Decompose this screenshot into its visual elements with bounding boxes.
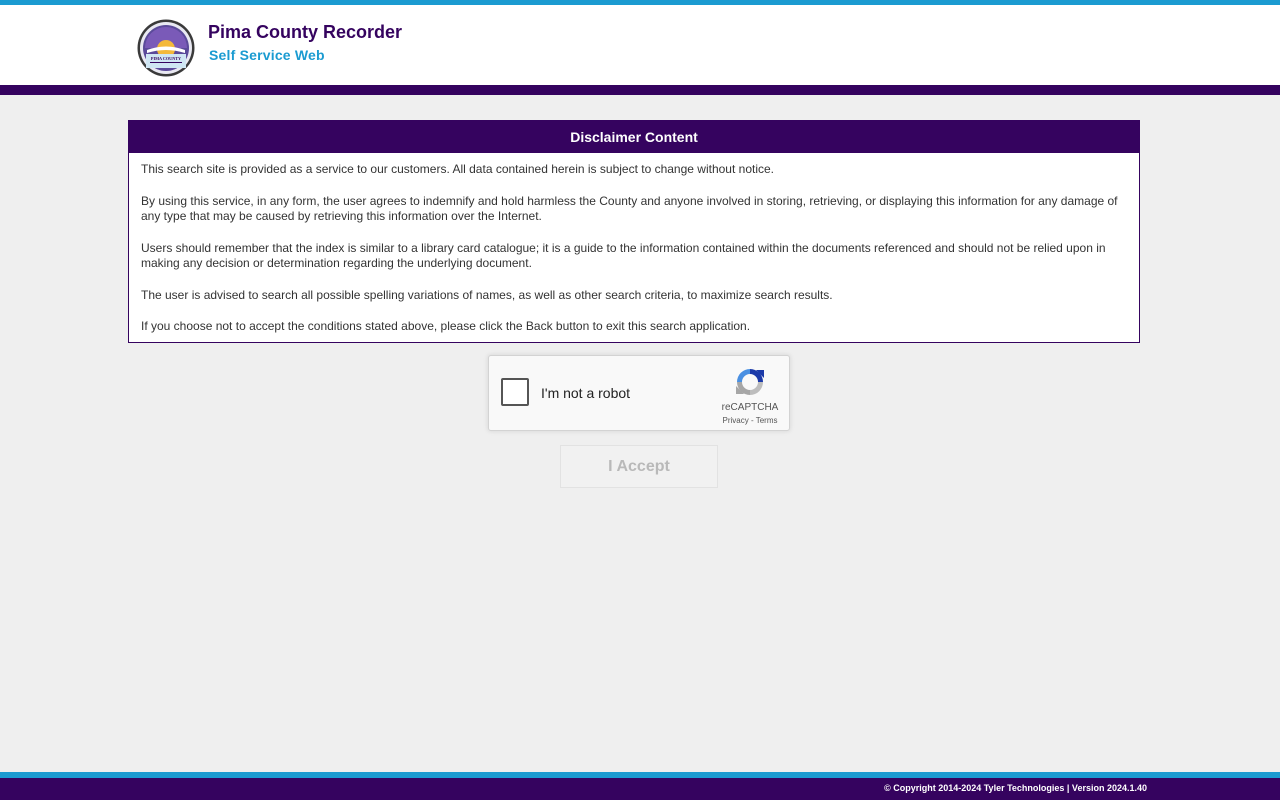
disclaimer-paragraph: This search site is provided as a servic… bbox=[141, 162, 774, 176]
county-seal-logo: PIMA COUNTY bbox=[137, 19, 195, 77]
disclaimer-paragraph: Users should remember that the index is … bbox=[141, 240, 1106, 271]
i-accept-button[interactable]: I Accept bbox=[560, 445, 718, 488]
recaptcha-terms-link[interactable]: Terms bbox=[756, 416, 778, 425]
site-header: PIMA COUNTY Pima County Recorder Self Se… bbox=[0, 5, 1280, 85]
recaptcha-brand: reCAPTCHA bbox=[721, 402, 779, 413]
disclaimer-paragraph: If you choose not to accept the conditio… bbox=[141, 319, 751, 333]
site-subtitle: Self Service Web bbox=[209, 47, 325, 63]
recaptcha-links: Privacy - Terms bbox=[715, 416, 785, 425]
disclaimer-panel: Disclaimer Content This search site is p… bbox=[128, 120, 1140, 343]
disclaimer-heading: Disclaimer Content bbox=[129, 121, 1139, 153]
recaptcha-widget: I'm not a robot reCAPTCHA Privacy - Term… bbox=[488, 355, 790, 431]
disclaimer-body: This search site is provided as a servic… bbox=[129, 153, 1139, 335]
recaptcha-checkbox[interactable] bbox=[501, 378, 529, 406]
site-footer: © Copyright 2014-2024 Tyler Technologies… bbox=[0, 778, 1280, 800]
svg-text:PIMA COUNTY: PIMA COUNTY bbox=[151, 56, 181, 61]
disclaimer-paragraph: By using this service, in any form, the … bbox=[141, 193, 1118, 224]
disclaimer-paragraph: The user is advised to search all possib… bbox=[141, 287, 833, 302]
recaptcha-label: I'm not a robot bbox=[541, 385, 631, 401]
header-band bbox=[0, 85, 1280, 95]
footer-copyright: © Copyright 2014-2024 Tyler Technologies… bbox=[884, 783, 1147, 793]
recaptcha-link-separator: - bbox=[748, 416, 756, 425]
recaptcha-privacy-link[interactable]: Privacy bbox=[723, 416, 749, 425]
site-title: Pima County Recorder bbox=[208, 22, 403, 42]
recaptcha-icon bbox=[736, 369, 764, 395]
